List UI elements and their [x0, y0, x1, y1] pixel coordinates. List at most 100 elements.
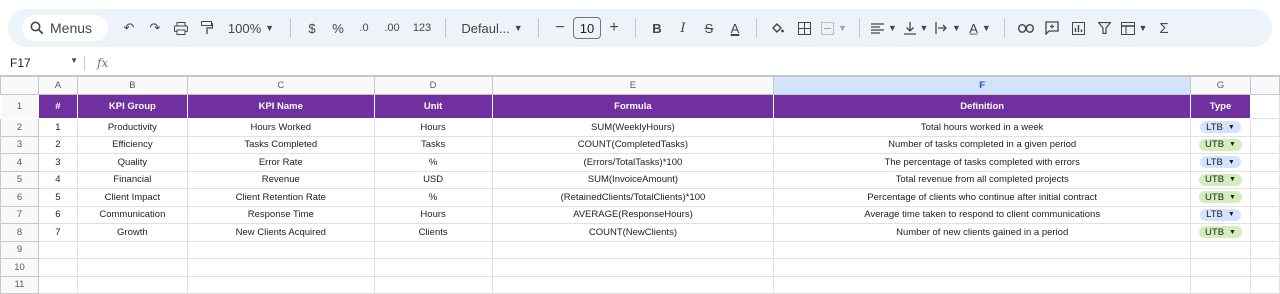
cell[interactable]: Tasks Completed	[186, 135, 375, 154]
increase-decimal-button[interactable]: .00	[377, 14, 407, 42]
row-header[interactable]: 10	[0, 258, 39, 277]
cell[interactable]: Hours	[373, 118, 493, 137]
redo-icon[interactable]: ↷	[142, 14, 168, 42]
row-header[interactable]: 8	[0, 223, 39, 242]
empty-cell[interactable]	[491, 240, 775, 259]
column-header-f[interactable]: F	[773, 76, 1192, 95]
merge-cells-icon[interactable]: ▼	[817, 14, 851, 42]
empty-cell[interactable]	[1249, 135, 1280, 154]
type-dropdown-chip[interactable]: UTB ▼	[1199, 226, 1242, 239]
column-header-a[interactable]: A	[37, 76, 78, 95]
cell[interactable]: (Errors/TotalTasks)*100	[491, 153, 775, 172]
row-header[interactable]: 3	[0, 135, 39, 154]
cell[interactable]: COUNT(CompletedTasks)	[491, 135, 775, 154]
row-header[interactable]: 4	[0, 153, 39, 172]
cell[interactable]: Growth	[76, 223, 188, 242]
font-size-input[interactable]: 10	[573, 17, 601, 39]
cell[interactable]: Financial	[76, 170, 188, 189]
empty-cell[interactable]	[1249, 258, 1280, 277]
text-rotation-icon[interactable]: A̲ ▼	[964, 14, 996, 42]
cell[interactable]: 5	[37, 188, 78, 207]
cell[interactable]: Number of new clients gained in a period	[773, 223, 1192, 242]
functions-button[interactable]: Σ	[1151, 14, 1177, 42]
empty-cell[interactable]	[1190, 240, 1251, 259]
empty-cell[interactable]	[1249, 275, 1280, 294]
empty-cell[interactable]	[373, 240, 493, 259]
empty-cell[interactable]	[773, 258, 1192, 277]
cell[interactable]: Number of tasks completed in a given per…	[773, 135, 1192, 154]
row-header[interactable]: 5	[0, 170, 39, 189]
row-header[interactable]: 11	[0, 275, 39, 294]
horizontal-align-icon[interactable]: ▼	[868, 14, 900, 42]
decrease-decimal-button[interactable]: .0	[351, 14, 377, 42]
empty-cell[interactable]	[1249, 153, 1280, 172]
cell[interactable]: Productivity	[76, 118, 188, 137]
column-header-d[interactable]: D	[373, 76, 493, 95]
insert-link-icon[interactable]	[1013, 14, 1039, 42]
header-cell[interactable]: Unit	[373, 94, 493, 119]
decrease-font-size-icon[interactable]: −	[547, 14, 573, 42]
empty-cell[interactable]	[1249, 118, 1280, 137]
cell[interactable]: 6	[37, 205, 78, 224]
type-dropdown-chip[interactable]: UTB ▼	[1199, 173, 1242, 186]
empty-cell[interactable]	[76, 275, 188, 294]
cell[interactable]: UTB ▼	[1190, 188, 1251, 207]
currency-format-button[interactable]: $	[299, 14, 325, 42]
cell[interactable]: 4	[37, 170, 78, 189]
number-format-button[interactable]: 123	[407, 14, 437, 42]
empty-cell[interactable]	[37, 240, 78, 259]
header-cell[interactable]: KPI Name	[186, 94, 375, 119]
cell[interactable]: Hours Worked	[186, 118, 375, 137]
header-cell[interactable]: KPI Group	[76, 94, 188, 119]
borders-icon[interactable]	[791, 14, 817, 42]
cell[interactable]: LTB ▼	[1190, 118, 1251, 137]
empty-cell[interactable]	[1249, 94, 1280, 119]
cell[interactable]: 2	[37, 135, 78, 154]
type-dropdown-chip[interactable]: UTB ▼	[1199, 191, 1242, 204]
cell[interactable]: 7	[37, 223, 78, 242]
column-header-e[interactable]: E	[491, 76, 775, 95]
cell[interactable]: UTB ▼	[1190, 135, 1251, 154]
row-header[interactable]: 6	[0, 188, 39, 207]
fill-color-icon[interactable]	[765, 14, 791, 42]
cell[interactable]: 1	[37, 118, 78, 137]
strikethrough-button[interactable]: S	[696, 14, 722, 42]
paint-format-icon[interactable]	[194, 14, 220, 42]
empty-cell[interactable]	[76, 258, 188, 277]
empty-cell[interactable]	[373, 258, 493, 277]
cell[interactable]: Tasks	[373, 135, 493, 154]
cell[interactable]: Percentage of clients who continue after…	[773, 188, 1192, 207]
text-wrapping-icon[interactable]: ▼	[932, 14, 964, 42]
print-icon[interactable]	[168, 14, 194, 42]
empty-cell[interactable]	[491, 275, 775, 294]
cell[interactable]: New Clients Acquired	[186, 223, 375, 242]
cell[interactable]: AVERAGE(ResponseHours)	[491, 205, 775, 224]
empty-cell[interactable]	[76, 240, 188, 259]
cell[interactable]: Total revenue from all completed project…	[773, 170, 1192, 189]
cell[interactable]: LTB ▼	[1190, 205, 1251, 224]
undo-icon[interactable]: ↶	[116, 14, 142, 42]
cell[interactable]: Client Impact	[76, 188, 188, 207]
empty-cell[interactable]	[1249, 223, 1280, 242]
header-cell[interactable]: #	[37, 94, 78, 119]
cell[interactable]: Clients	[373, 223, 493, 242]
cell[interactable]: Efficiency	[76, 135, 188, 154]
empty-cell[interactable]	[491, 258, 775, 277]
text-color-button[interactable]: A	[722, 14, 748, 42]
type-dropdown-chip[interactable]: LTB ▼	[1200, 121, 1241, 134]
cell[interactable]: Response Time	[186, 205, 375, 224]
zoom-select[interactable]: 100% ▼	[220, 14, 282, 42]
empty-cell[interactable]	[37, 258, 78, 277]
header-cell[interactable]: Type	[1190, 94, 1251, 119]
cell[interactable]: SUM(InvoiceAmount)	[491, 170, 775, 189]
font-select[interactable]: Defaul... ▼	[454, 14, 530, 42]
insert-comment-icon[interactable]	[1039, 14, 1065, 42]
row-header[interactable]: 9	[0, 240, 39, 259]
insert-chart-icon[interactable]	[1065, 14, 1091, 42]
cell[interactable]: The percentage of tasks completed with e…	[773, 153, 1192, 172]
cell[interactable]: %	[373, 153, 493, 172]
type-dropdown-chip[interactable]: UTB ▼	[1199, 138, 1242, 151]
row-header[interactable]: 7	[0, 205, 39, 224]
cell[interactable]: Hours	[373, 205, 493, 224]
percent-format-button[interactable]: %	[325, 14, 351, 42]
